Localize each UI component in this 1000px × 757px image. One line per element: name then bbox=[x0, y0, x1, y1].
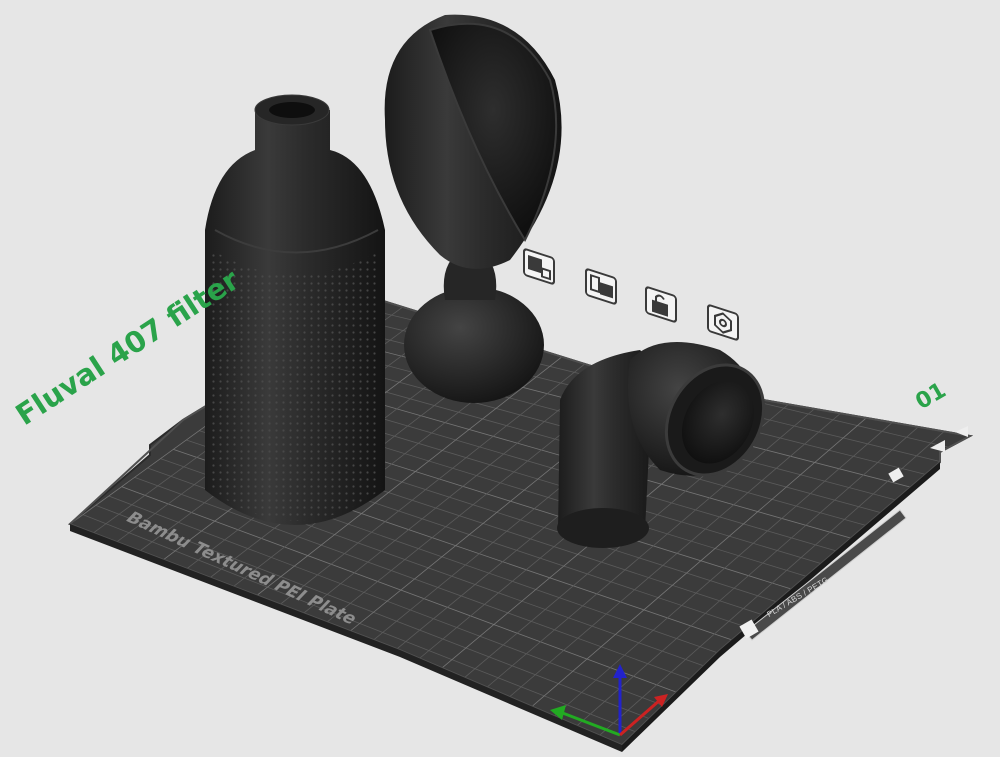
plate-settings-icon[interactable] bbox=[706, 304, 740, 341]
orient-icon[interactable] bbox=[584, 268, 618, 305]
viewport-3d[interactable] bbox=[0, 0, 1000, 757]
cup-model[interactable] bbox=[384, 14, 562, 403]
bottle-model[interactable] bbox=[205, 94, 385, 525]
arrange-icon[interactable] bbox=[522, 248, 556, 285]
lock-icon[interactable] bbox=[644, 286, 678, 323]
plate-toolbar bbox=[520, 248, 760, 342]
